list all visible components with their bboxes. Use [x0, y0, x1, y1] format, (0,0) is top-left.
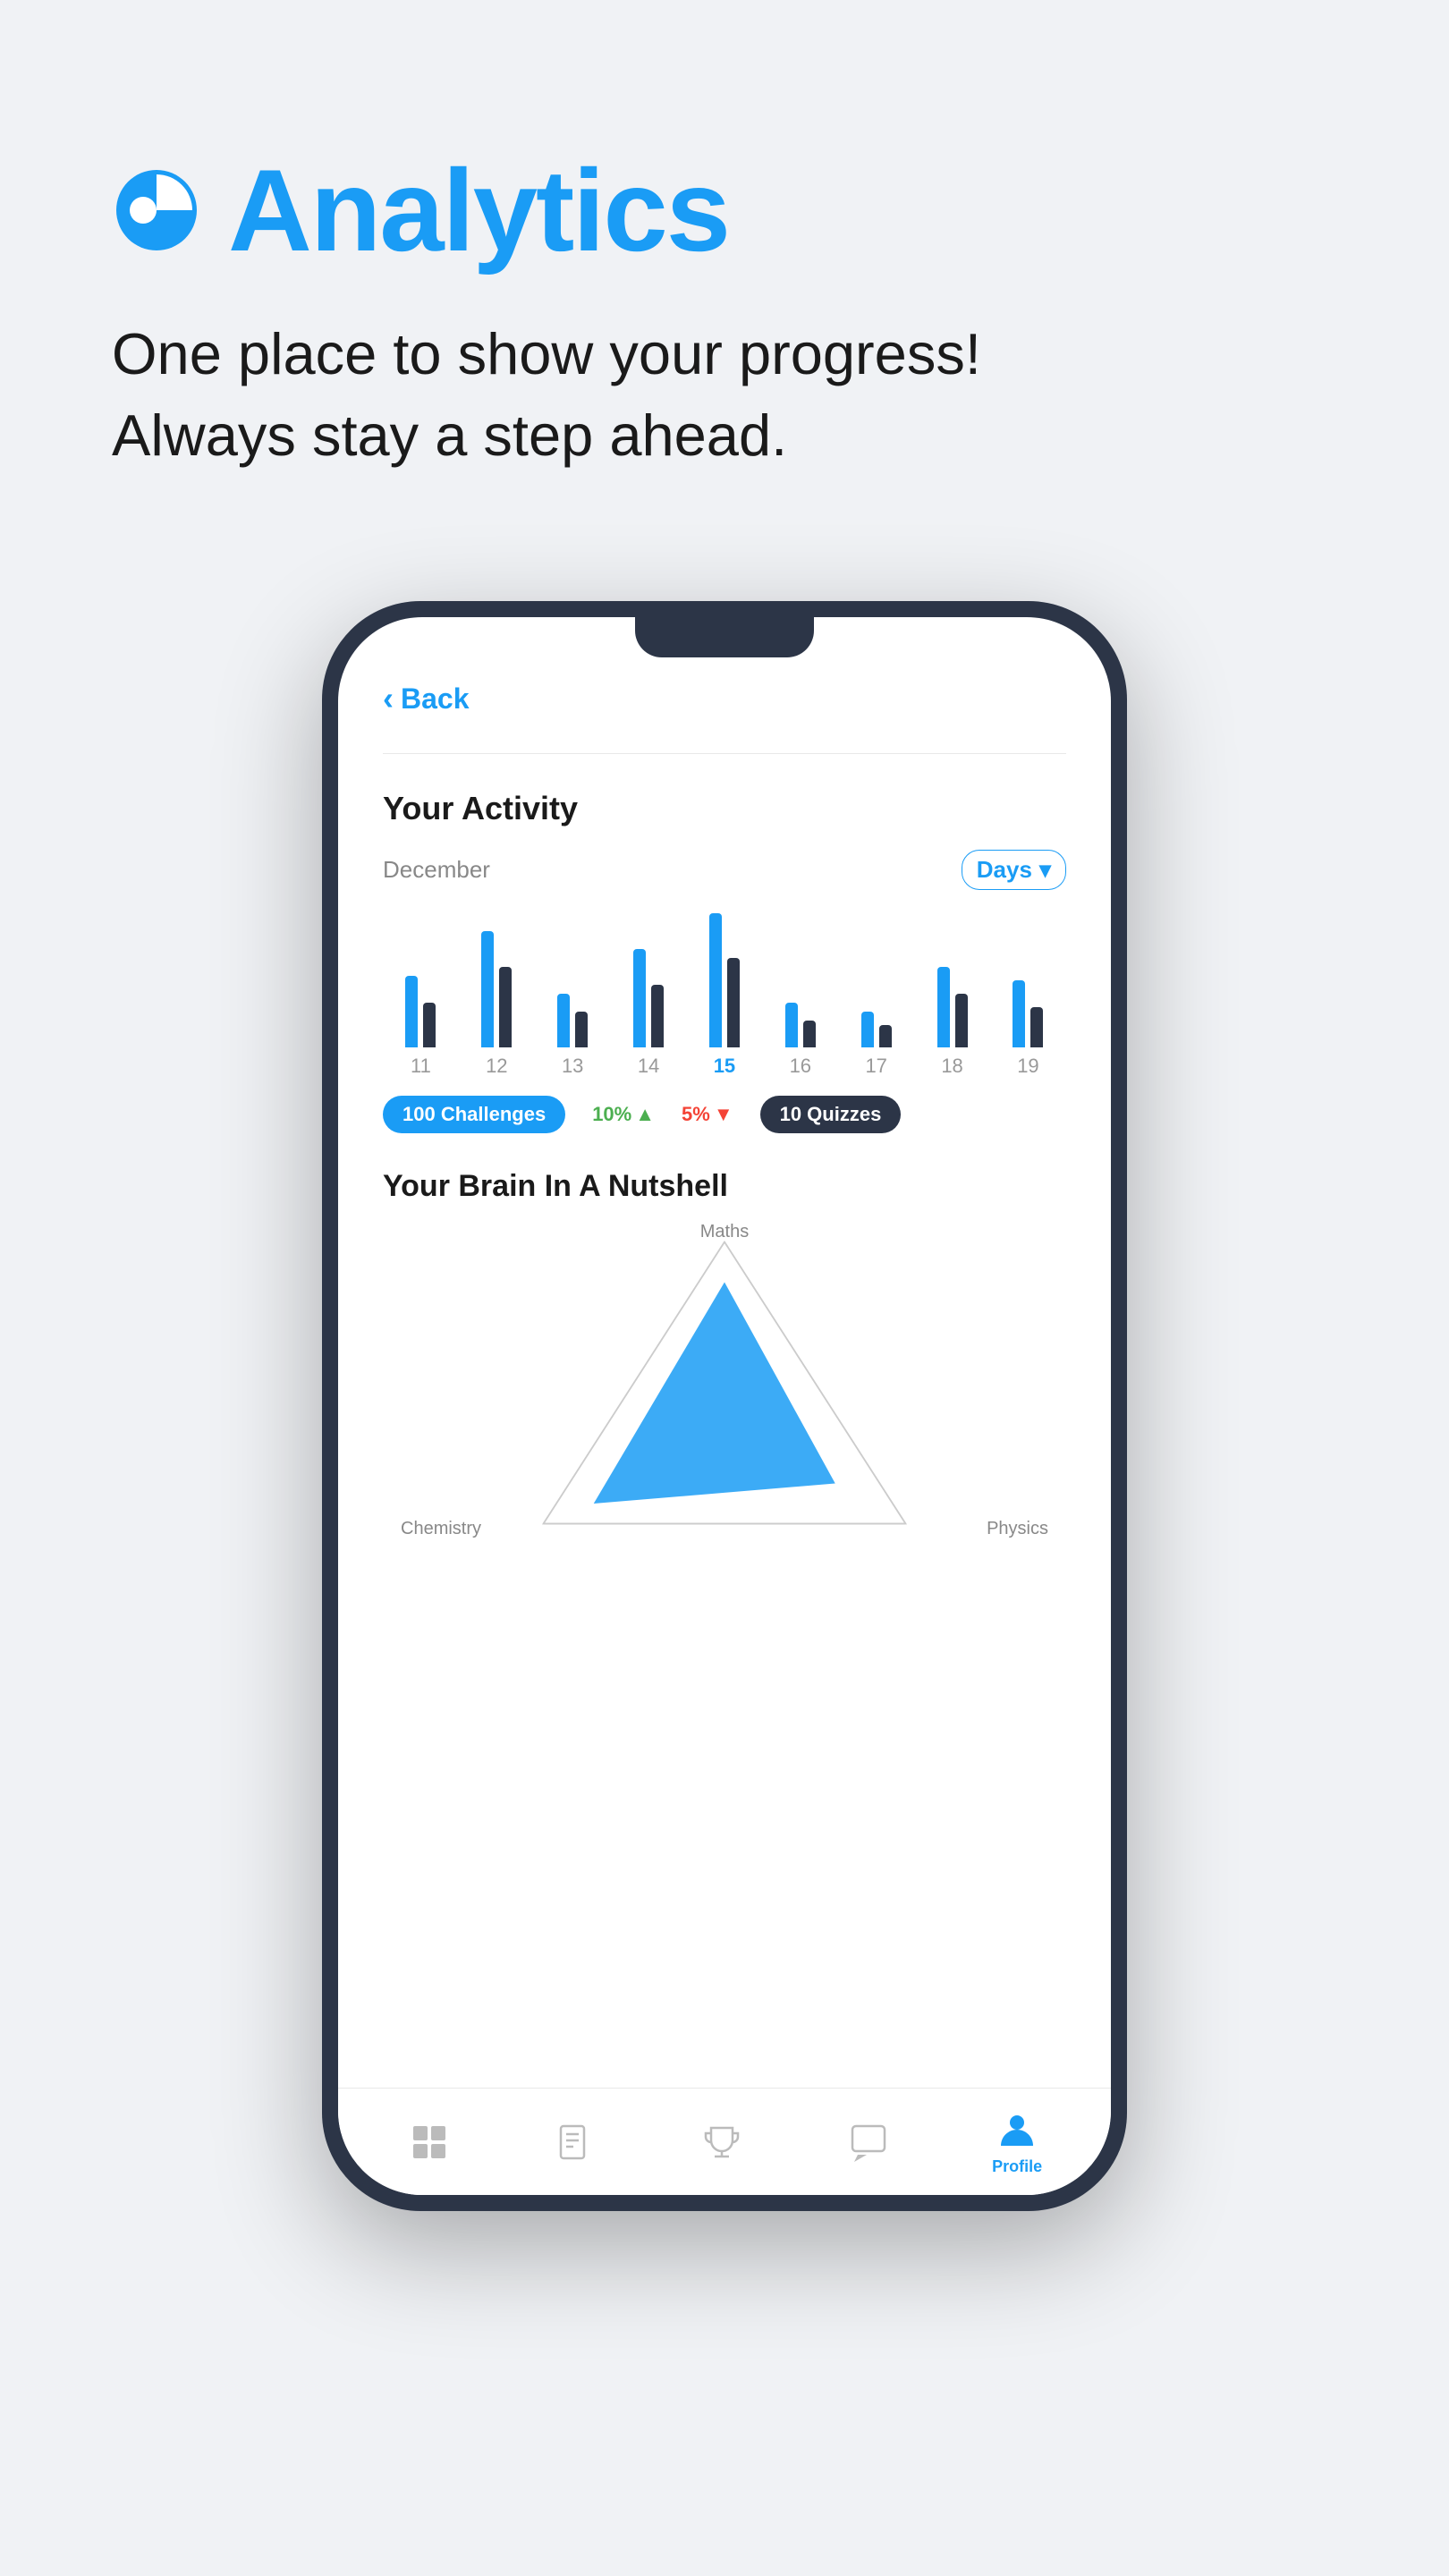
bar-label: 17	[865, 1055, 886, 1078]
subject-chemistry: Chemistry	[401, 1519, 481, 1539]
bar-group-16: 16	[785, 1003, 816, 1078]
trophy-icon	[699, 2120, 744, 2165]
stats-row: 100 Challenges 10% ▲ 5% ▼ 10 Quizzes	[383, 1096, 1066, 1133]
page-title: Analytics	[228, 143, 729, 277]
activity-title: Your Activity	[383, 790, 1066, 827]
days-label: Days	[977, 856, 1032, 884]
stat-change-down: 5% ▼	[682, 1103, 733, 1126]
analytics-icon	[112, 165, 201, 255]
days-dropdown[interactable]: Days ▾	[962, 850, 1066, 890]
bar-label: 16	[790, 1055, 811, 1078]
activity-header: December Days ▾	[383, 850, 1066, 890]
phone-mockup: ‹ Back Your Activity December Days ▾	[322, 601, 1127, 2211]
bar-blue	[861, 1012, 874, 1047]
header-subtitle: One place to show your progress! Always …	[112, 313, 1337, 476]
nav-item-home[interactable]	[407, 2120, 452, 2165]
screen-content: ‹ Back Your Activity December Days ▾	[338, 617, 1111, 2088]
bar-chart: 11 12	[383, 917, 1066, 1078]
bar-dark	[575, 1012, 588, 1047]
stat-change-up: 10% ▲	[592, 1103, 655, 1126]
bar-blue	[557, 994, 570, 1047]
brain-title: Your Brain In A Nutshell	[383, 1169, 1066, 1204]
bar-blue	[937, 967, 950, 1047]
arrow-down-icon: ▼	[714, 1103, 733, 1126]
back-chevron-icon: ‹	[383, 680, 394, 717]
bar-blue	[405, 976, 418, 1047]
divider	[383, 753, 1066, 754]
bar-group-15: 15	[709, 913, 740, 1078]
bar-dark	[879, 1025, 892, 1047]
bar-label-active: 15	[714, 1055, 735, 1078]
bar-blue	[709, 913, 722, 1047]
bar-group-19: 19	[1013, 980, 1043, 1078]
challenges-badge: 100 Challenges	[383, 1096, 565, 1133]
bar-group-12: 12	[481, 931, 512, 1078]
subject-maths: Maths	[700, 1222, 749, 1242]
bar-dark	[1030, 1007, 1043, 1047]
brain-chart: Maths Chemistry Physics	[383, 1222, 1066, 1544]
bar-group-17: 17	[861, 1012, 892, 1078]
quizzes-badge: 10 Quizzes	[760, 1096, 902, 1133]
nav-item-chat[interactable]	[846, 2120, 891, 2165]
dropdown-chevron-icon: ▾	[1039, 856, 1051, 884]
phone-screen: ‹ Back Your Activity December Days ▾	[338, 617, 1111, 2195]
phone-notch	[635, 617, 814, 657]
bar-label: 13	[562, 1055, 583, 1078]
arrow-up-icon: ▲	[635, 1103, 655, 1126]
bar-label: 12	[486, 1055, 507, 1078]
bar-group-14: 14	[633, 949, 664, 1078]
bottom-nav: Profile	[338, 2088, 1111, 2195]
nav-item-trophy[interactable]	[699, 2120, 744, 2165]
bar-dark	[651, 985, 664, 1047]
bar-blue	[481, 931, 494, 1047]
profile-nav-label: Profile	[992, 2157, 1042, 2176]
bar-blue	[1013, 980, 1025, 1047]
bar-dark	[499, 967, 512, 1047]
header-section: Analytics One place to show your progres…	[0, 0, 1449, 530]
bar-group-13: 13	[557, 994, 588, 1078]
bar-group-18: 18	[937, 967, 968, 1078]
nav-item-book[interactable]	[553, 2120, 597, 2165]
bar-blue	[633, 949, 646, 1047]
nav-item-profile[interactable]: Profile	[992, 2107, 1042, 2176]
bar-dark	[727, 958, 740, 1047]
bar-label: 11	[411, 1055, 431, 1078]
bar-label: 19	[1017, 1055, 1038, 1078]
bar-label: 14	[638, 1055, 659, 1078]
book-icon	[553, 2120, 597, 2165]
title-row: Analytics	[112, 143, 1337, 277]
chat-icon	[846, 2120, 891, 2165]
back-button[interactable]: ‹ Back	[383, 680, 1066, 717]
profile-icon	[995, 2107, 1039, 2152]
month-label: December	[383, 856, 490, 884]
bar-dark	[803, 1021, 816, 1047]
bar-group-11: 11	[405, 976, 436, 1078]
bar-label: 18	[941, 1055, 962, 1078]
phone-container: ‹ Back Your Activity December Days ▾	[0, 601, 1449, 2211]
bar-blue	[785, 1003, 798, 1047]
subject-physics: Physics	[987, 1519, 1048, 1539]
bar-dark	[955, 994, 968, 1047]
back-label: Back	[401, 682, 470, 716]
grid-icon	[407, 2120, 452, 2165]
bar-dark	[423, 1003, 436, 1047]
